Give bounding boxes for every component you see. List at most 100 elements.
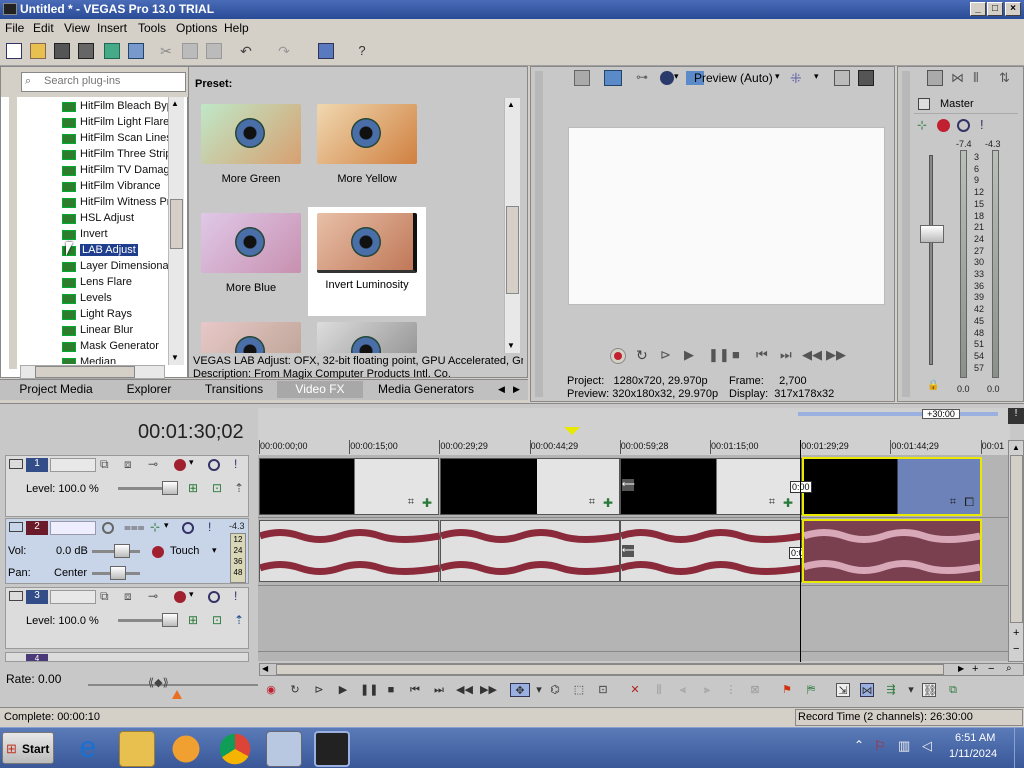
paste-icon[interactable] <box>206 43 222 59</box>
cut-icon[interactable]: ✂ <box>158 43 174 59</box>
crop-icon[interactable]: ⌗ <box>589 496 595 509</box>
menu-file[interactable]: File <box>5 21 24 35</box>
copy-snapshot-icon[interactable] <box>834 70 850 86</box>
marker-icon[interactable] <box>564 427 580 435</box>
overlays-grid-icon[interactable]: ⁜ <box>790 70 806 86</box>
timeline-vscrollbar[interactable]: ▲ + − <box>1008 440 1024 662</box>
menu-view[interactable]: View <box>64 21 90 35</box>
mute-track-icon[interactable] <box>182 522 194 534</box>
track-fx-icon[interactable]: ⊹ <box>150 520 160 534</box>
render-icon[interactable] <box>104 43 120 59</box>
media-player-icon[interactable] <box>172 735 200 763</box>
arm-automation-icon[interactable]: ⇡ <box>234 613 244 627</box>
fx-gear-icon[interactable] <box>937 119 950 132</box>
preview-quality-dropdown[interactable]: Preview (Auto) <box>694 71 773 85</box>
timeline-scroll-thumb[interactable] <box>276 664 944 675</box>
mute-track-icon[interactable] <box>208 459 220 471</box>
play-from-start-icon[interactable]: ⊳ <box>660 347 671 363</box>
collapse-track-icon[interactable] <box>9 522 23 532</box>
menu-tools[interactable]: Tools <box>138 21 166 35</box>
preset-more-green[interactable]: More Green <box>192 104 310 185</box>
panel-grip[interactable] <box>902 71 910 397</box>
transition-icon[interactable]: ⟵ <box>622 545 635 557</box>
clock-date[interactable]: 1/11/2024 <box>949 748 997 760</box>
play-from-start-icon[interactable]: ⊳ <box>312 683 326 697</box>
event-fx-icon[interactable]: ✚ <box>783 496 793 510</box>
on-screen-keyboard-icon[interactable] <box>266 731 302 767</box>
track-name-field[interactable] <box>50 590 96 604</box>
preview-screen[interactable] <box>568 127 885 305</box>
go-to-end-icon[interactable]: ⏭ <box>432 683 446 697</box>
timeline-hscrollbar[interactable]: ◀ ▶ + − ⌕ <box>259 663 1024 676</box>
chevron-down-icon[interactable]: ▾ <box>674 71 679 82</box>
plugin-search-box[interactable]: ⌕ <box>21 72 186 92</box>
mute-track-icon[interactable] <box>208 591 220 603</box>
track-header-audio-2[interactable]: 2 ⩶ ⊹ ▾ ! -4.3 12 24 36 48 Vol: 0.0 dB Touc… <box>5 518 249 584</box>
auto-crossfade-icon[interactable]: ⋈ <box>860 683 874 697</box>
plugin-tree-item[interactable]: HitFilm TV Damage <box>62 164 168 179</box>
compositing-mode-icon[interactable]: ⧉ <box>100 589 109 604</box>
playhead-cursor[interactable] <box>800 440 801 662</box>
mute-icon[interactable] <box>957 119 970 132</box>
menu-help[interactable]: Help <box>224 21 249 35</box>
zoom-tool-icon[interactable]: ⌕ <box>1006 663 1012 674</box>
event-fx-icon[interactable]: ✚ <box>422 496 432 510</box>
start-button[interactable]: ⊞ Start <box>2 732 54 764</box>
chevron-down-icon[interactable]: ▾ <box>532 683 546 697</box>
copy-icon[interactable] <box>182 43 198 59</box>
timeline-vscroll-thumb[interactable] <box>1010 455 1023 623</box>
scroll-right-arrow-icon[interactable]: ▶ <box>958 664 964 673</box>
save-icon[interactable] <box>54 43 70 59</box>
show-hidden-icons-icon[interactable]: ⌃ <box>854 738 864 752</box>
whats-this-help-icon[interactable]: ? <box>354 43 370 59</box>
automation-icon[interactable]: ⊞ <box>188 481 198 495</box>
event-fx-icon[interactable]: ✚ <box>603 496 613 510</box>
menu-options[interactable]: Options <box>176 21 217 35</box>
step-back-icon[interactable]: ◀◀ <box>802 347 822 363</box>
plugin-tree-item[interactable]: Lens Flare <box>62 276 132 291</box>
plugin-tree-item[interactable]: Median <box>62 356 116 364</box>
undo-icon[interactable]: ↶ <box>238 43 254 59</box>
help-note-icon[interactable]: ! <box>1008 408 1024 424</box>
plugin-tree-item[interactable]: HitFilm Light Flares <box>62 116 168 131</box>
track-header-video-1[interactable]: 1 ⧉ ⧈ ⊸ ▾ ! Level: 100.0 % ⊞ ⊡ ⇡ <box>5 455 249 517</box>
envelope-edit-tool-icon[interactable]: ⌬ <box>548 683 562 697</box>
chevron-down-icon[interactable]: ▾ <box>814 71 819 82</box>
vegas-pro-taskbar-icon[interactable] <box>314 731 350 767</box>
envelope-icon[interactable]: ⊡ <box>212 613 222 627</box>
track-header-audio-4[interactable]: 4 <box>5 652 249 662</box>
volume-icon[interactable]: ◁ <box>922 738 932 754</box>
zoom-in-track-icon[interactable]: + <box>1013 627 1019 639</box>
edit-tool-icon[interactable] <box>318 43 334 59</box>
track-name-field[interactable] <box>50 521 96 535</box>
stop-icon[interactable]: ■ <box>384 683 398 697</box>
plugin-tree-item[interactable]: HSL Adjust <box>62 212 134 227</box>
lock-envelopes-icon[interactable]: ⛓ <box>922 683 937 697</box>
envelope-icon[interactable]: ⊡ <box>212 481 222 495</box>
plugin-tree-scroll-thumb[interactable] <box>170 199 183 249</box>
plugin-tree-item[interactable]: Mask Generator <box>62 340 159 355</box>
crop-icon[interactable]: ⌗ <box>769 496 775 509</box>
video-clip[interactable]: ⌗ ✚ <box>259 458 439 515</box>
level-slider-handle[interactable] <box>162 481 178 495</box>
automation-icon[interactable]: ⊞ <box>188 613 198 627</box>
step-forward-icon[interactable]: ▶▶ <box>826 347 846 363</box>
lock-icon[interactable]: 🔒 <box>927 380 939 391</box>
tab-media-generators[interactable]: Media Generators <box>370 381 482 398</box>
next-frame-icon[interactable]: ⏭ <box>780 347 792 363</box>
clock-time[interactable]: 6:51 AM <box>955 732 995 744</box>
preset-more-yellow[interactable]: More Yellow <box>308 104 426 185</box>
video-clip-selected[interactable]: 0:00 ⌗ ⧠ <box>790 457 982 516</box>
minimize-button[interactable]: _ <box>970 2 986 16</box>
compositing-mode-icon[interactable]: ⧉ <box>100 457 109 472</box>
track-header-video-3[interactable]: 3 ⧉ ⧈ ⊸ ▾ ! Level: 100.0 % ⊞ ⊡ ⇡ <box>5 587 249 649</box>
preview-properties-icon[interactable] <box>574 70 590 86</box>
preset-invert-luminosity[interactable]: Invert Luminosity <box>308 207 426 316</box>
plugin-tree-item[interactable]: Layer Dimensional <box>62 260 168 275</box>
zoom-edit-tool-icon[interactable]: ⊡ <box>596 683 610 697</box>
automation-mode-dropdown[interactable]: Touch <box>170 545 199 557</box>
properties-icon[interactable] <box>128 43 144 59</box>
scroll-down-arrow-icon[interactable]: ▼ <box>171 353 179 362</box>
menu-edit[interactable]: Edit <box>33 21 54 35</box>
insert-fx-icon[interactable]: ⊹ <box>917 118 927 132</box>
